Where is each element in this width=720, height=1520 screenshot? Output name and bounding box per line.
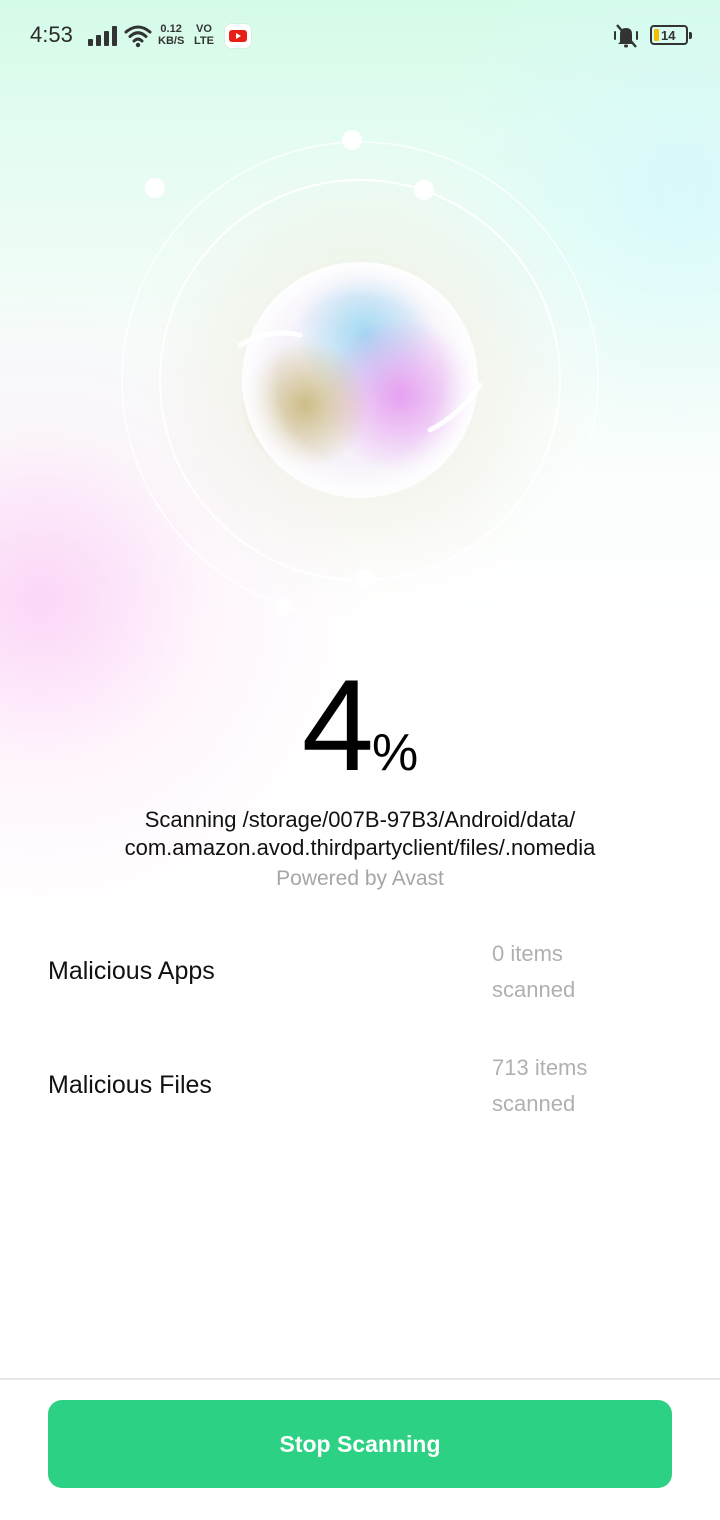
volte-top: VO (196, 23, 212, 35)
progress-unit: % (372, 724, 419, 782)
youtube-icon (225, 24, 251, 48)
volte-bottom: LTE (194, 35, 214, 47)
powered-by-label: Powered by Avast (276, 867, 444, 890)
battery-icon: 14 (650, 25, 692, 45)
battery-tip (689, 32, 692, 39)
scan-path-line-1: Scanning /storage/007B-97B3/Android/data… (144, 807, 576, 832)
result-row-malicious-files: Malicious Files 713 items scanned (48, 1050, 668, 1130)
signal-icon (88, 26, 118, 51)
result-count-line-2: scanned (492, 1091, 576, 1116)
scan-path-text: Scanning /storage/007B-97B3/Android/data… (40, 806, 680, 862)
result-label: Malicious Files (48, 1071, 212, 1099)
network-speed-unit: KB/S (158, 35, 185, 47)
battery-fill (654, 29, 659, 41)
mute-icon (610, 23, 642, 54)
result-count: 713 items scanned (492, 1050, 642, 1122)
network-speed-value: 0.12 (160, 23, 182, 35)
scan-path-line-2: com.amazon.avod.thirdpartyclient/files/.… (124, 835, 596, 860)
result-row-malicious-apps: Malicious Apps 0 items scanned (48, 936, 668, 1016)
battery-level: 14 (661, 28, 676, 43)
progress-value: 4 (301, 652, 374, 798)
status-bar: 4:53 0.12 KB/S VO LTE 14 (0, 0, 720, 72)
result-count-line-1: 0 items (492, 941, 563, 966)
volte-indicator: VO LTE (194, 23, 214, 47)
result-label: Malicious Apps (48, 957, 215, 985)
bottom-divider (0, 1378, 720, 1380)
wifi-icon (124, 24, 152, 53)
result-count: 0 items scanned (492, 936, 642, 1008)
scan-orb-animation (0, 100, 720, 640)
result-count-line-1: 713 items (492, 1055, 588, 1080)
network-speed: 0.12 KB/S (158, 23, 184, 47)
stop-scanning-button[interactable]: Stop Scanning (48, 1400, 672, 1488)
status-time: 4:53 (30, 22, 73, 47)
result-count-line-2: scanned (492, 977, 576, 1002)
scan-progress: 4% (0, 650, 720, 798)
